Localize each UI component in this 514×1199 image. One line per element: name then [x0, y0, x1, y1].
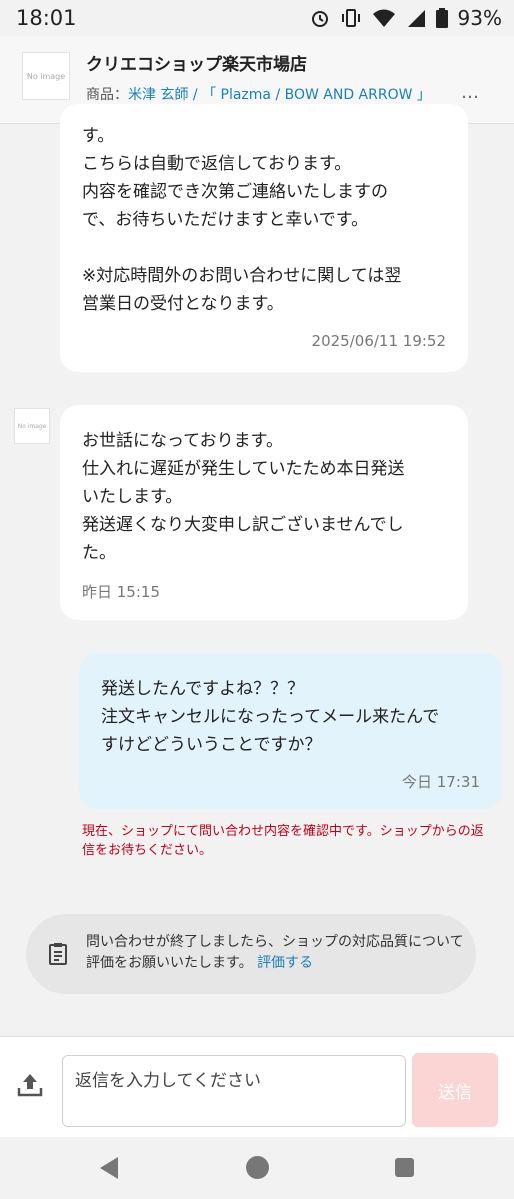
pending-reply-notice: 現在、ショップにて問い合わせ内容を確認中です。ショップからの返信をお待ちください…	[82, 824, 484, 858]
review-prompt: 問い合わせが終了しましたら、ショップの対応品質について評価をお願いいたします。 …	[26, 914, 476, 994]
message-timestamp: 今日 17:31	[402, 773, 480, 791]
shop-message-bubble: す。 こちらは自動で返信しております。 内容を確認でき次第ご連絡いたしますの で…	[60, 104, 468, 372]
reply-input[interactable]	[62, 1055, 406, 1127]
back-icon[interactable]	[100, 1157, 118, 1179]
shop-avatar: No image	[14, 408, 50, 444]
home-icon[interactable]	[246, 1156, 269, 1179]
recent-apps-icon[interactable]	[395, 1158, 414, 1177]
product-prefix: 商品：	[86, 87, 128, 103]
message-timestamp: 2025/06/11 19:52	[311, 332, 446, 350]
message-text: す。 こちらは自動で返信しております。 内容を確認でき次第ご連絡いたしますの で…	[82, 126, 402, 314]
rate-link[interactable]: 評価する	[257, 955, 313, 971]
vibrate-icon	[340, 8, 362, 28]
signal-icon	[406, 8, 426, 28]
more-icon[interactable]: …	[461, 82, 480, 103]
wifi-icon	[372, 8, 396, 28]
status-bar: 18:01 93%	[0, 0, 514, 36]
product-link[interactable]: 米津 玄師 / 「 Plazma / BOW AND ARROW 」	[128, 87, 431, 103]
status-icons: 93%	[310, 6, 502, 30]
shop-name[interactable]: クリエコショップ楽天市場店	[86, 50, 307, 75]
product-line: 商品：米津 玄師 / 「 Plazma / BOW AND ARROW 」	[86, 84, 431, 104]
upload-icon[interactable]	[16, 1071, 44, 1103]
battery-icon	[435, 8, 448, 28]
reply-composer: 送信	[0, 1037, 514, 1137]
shop-message-bubble: お世話になっております。 仕入れに遅延が発生していたため本日発送 いたします。 …	[60, 405, 468, 620]
clipboard-icon	[48, 942, 68, 970]
battery-percent: 93%	[457, 6, 502, 30]
send-button[interactable]: 送信	[412, 1053, 498, 1127]
message-text: お世話になっております。 仕入れに遅延が発生していたため本日発送 いたします。 …	[82, 431, 405, 563]
user-message-bubble: 発送したんですよね？？？ 注文キャンセルになったってメール来たんで すけどどうい…	[79, 653, 502, 809]
alarm-icon	[310, 8, 330, 28]
status-time: 18:01	[16, 6, 77, 30]
message-timestamp: 昨日 15:15	[82, 583, 160, 601]
system-nav-bar	[0, 1137, 514, 1199]
shop-logo[interactable]: No image	[22, 52, 70, 100]
message-text: 発送したんですよね？？？ 注文キャンセルになったってメール来たんで すけどどうい…	[101, 679, 440, 755]
review-text-block: 問い合わせが終了しましたら、ショップの対応品質について評価をお願いいたします。 …	[86, 932, 466, 974]
